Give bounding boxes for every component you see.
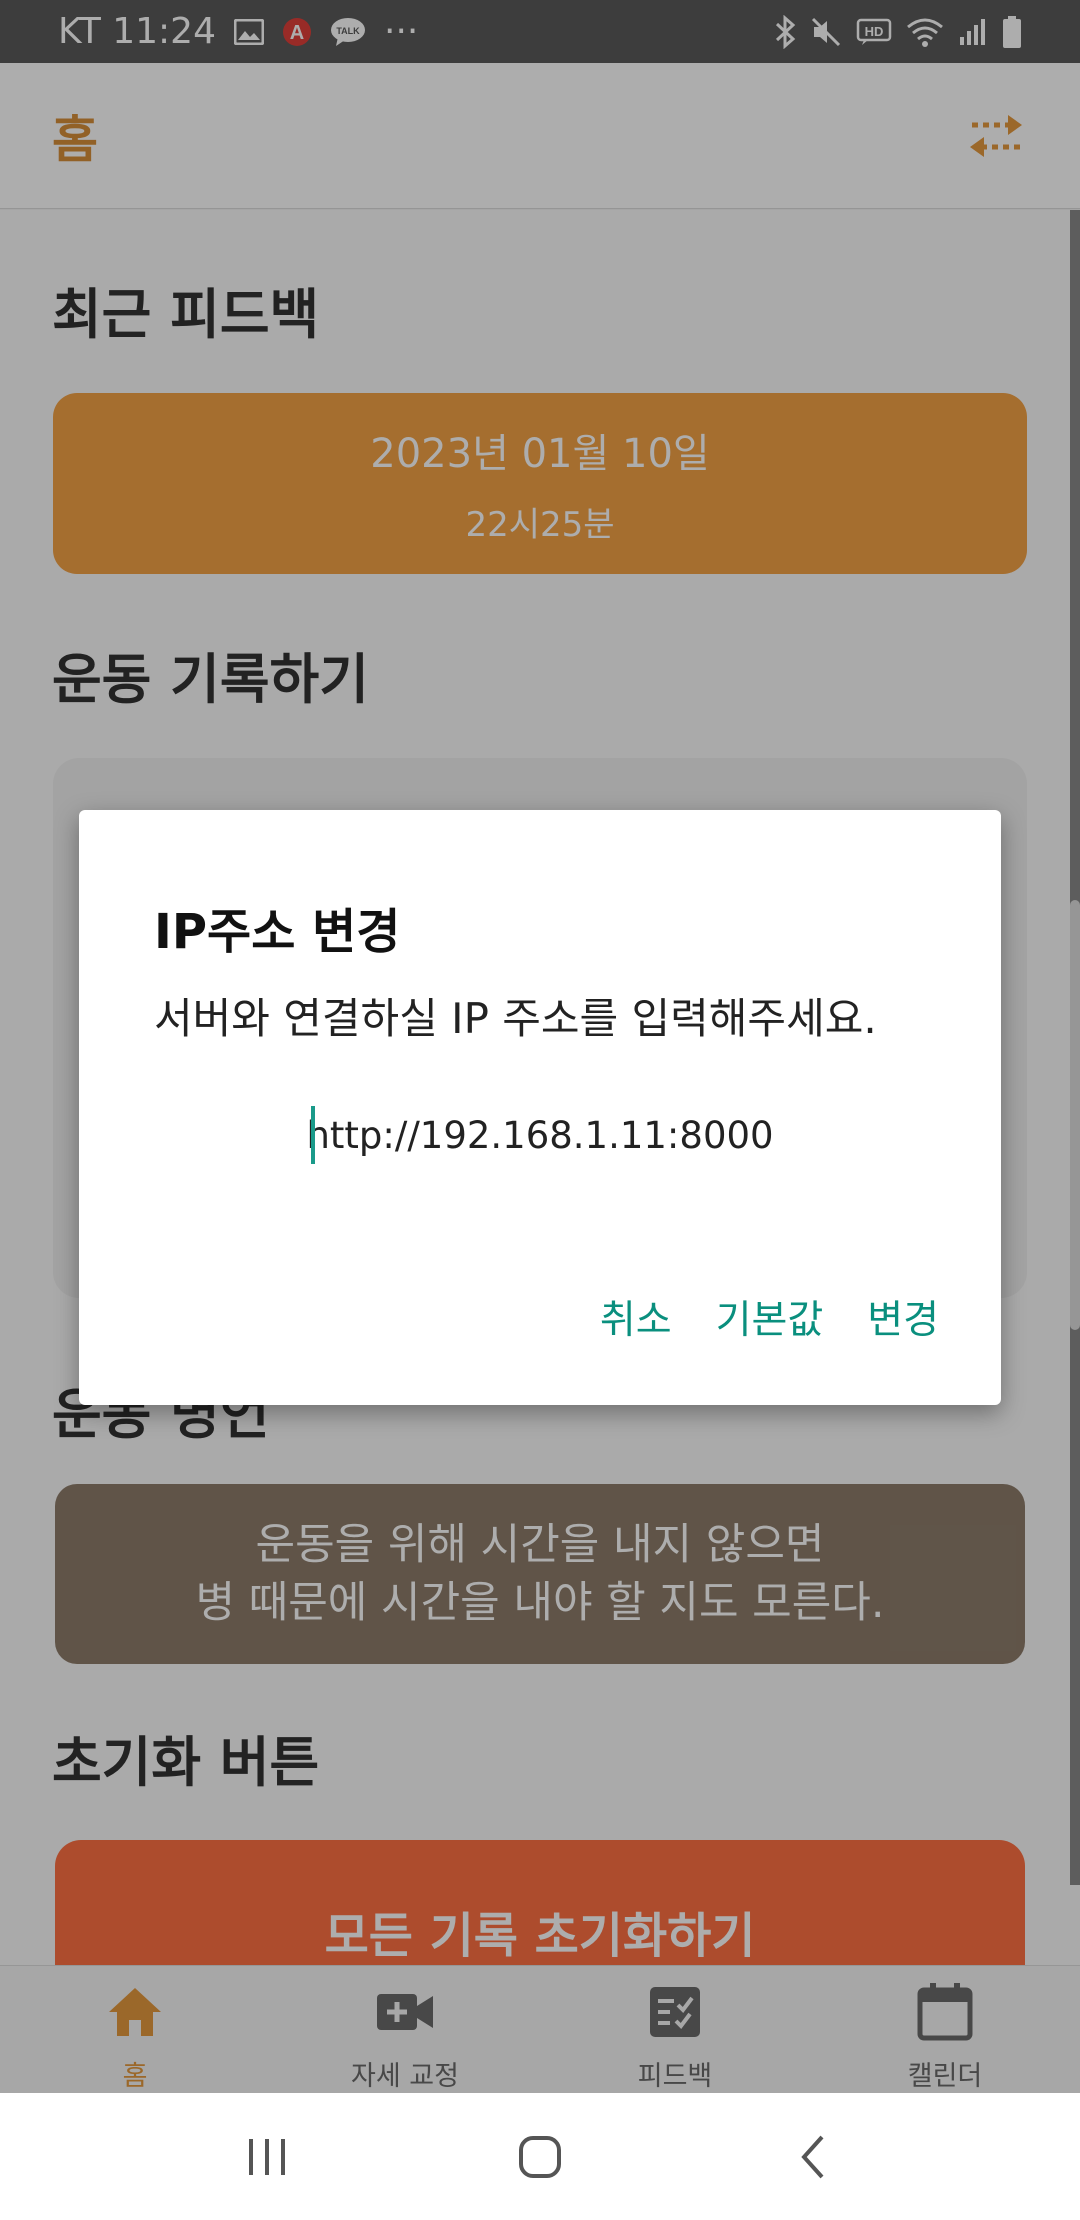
cancel-button[interactable]: 취소 — [600, 1289, 672, 1345]
back-icon — [801, 2135, 824, 2178]
dialog-actions: 취소 기본값 변경 — [600, 1289, 939, 1345]
dialog-message: 서버와 연결하실 IP 주소를 입력해주세요. — [154, 994, 877, 1043]
ip-address-input[interactable] — [229, 1095, 851, 1175]
home-button[interactable] — [495, 2112, 585, 2202]
change-ip-dialog: IP주소 변경 서버와 연결하실 IP 주소를 입력해주세요. 취소 기본값 변… — [79, 810, 1001, 1405]
dialog-title: IP주소 변경 — [154, 904, 401, 960]
recent-apps-icon — [248, 2138, 285, 2175]
system-navigation-bar — [0, 2093, 1080, 2220]
default-button[interactable]: 기본값 — [716, 1289, 824, 1345]
change-button[interactable]: 변경 — [867, 1289, 939, 1345]
recent-apps-button[interactable] — [222, 2112, 312, 2202]
text-cursor — [311, 1106, 315, 1164]
back-button[interactable] — [768, 2112, 858, 2202]
home-circle-icon — [518, 2135, 561, 2178]
